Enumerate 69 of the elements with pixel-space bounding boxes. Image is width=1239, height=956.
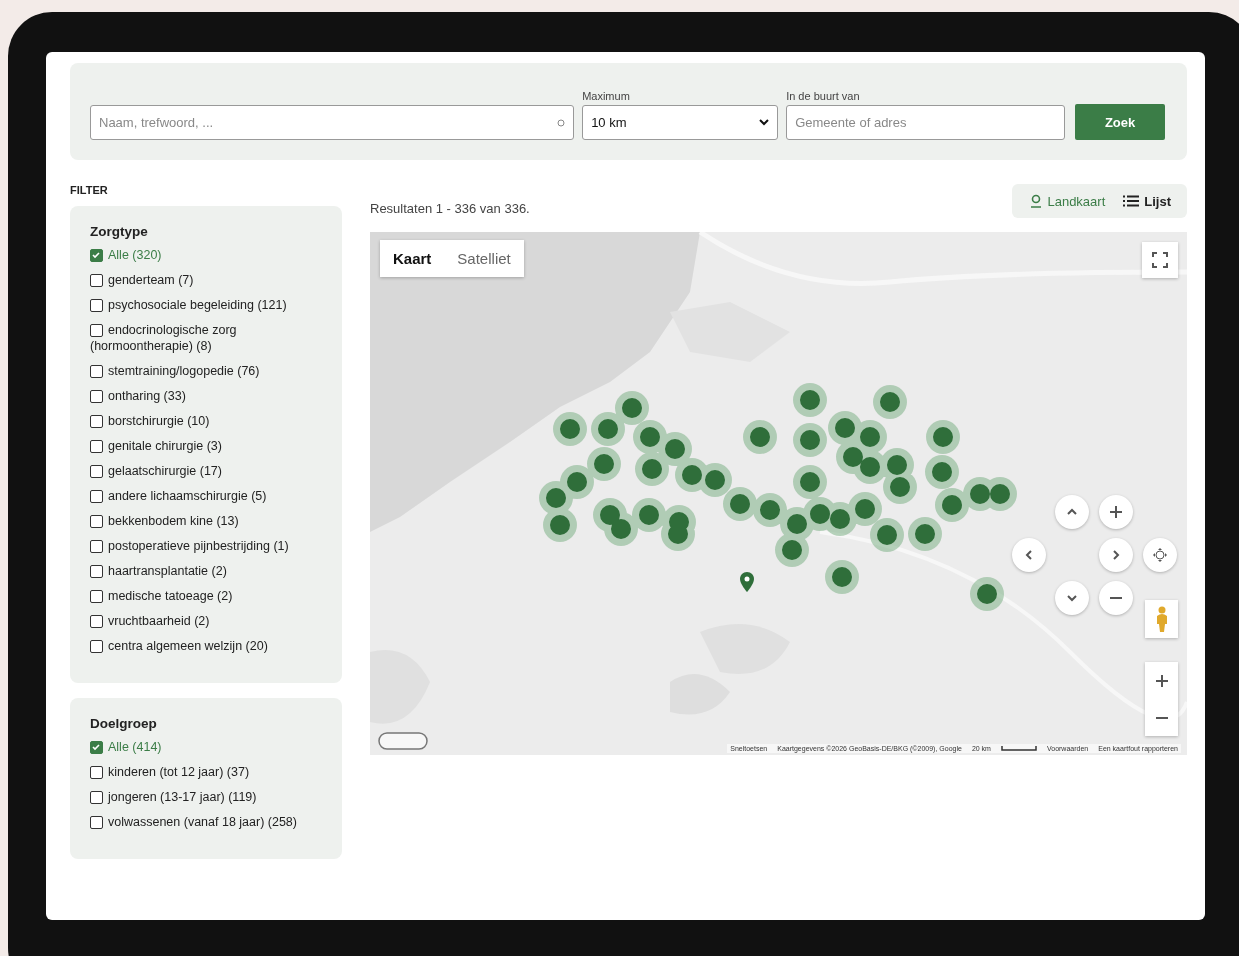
checkbox-label[interactable]: vruchtbaarheid (2): [90, 613, 322, 629]
checkbox-label[interactable]: borstchirurgie (10): [90, 413, 322, 429]
search-button[interactable]: Zoek: [1075, 104, 1165, 140]
checkbox[interactable]: [90, 490, 103, 503]
checkbox-label[interactable]: stemtraining/logopedie (76): [90, 363, 322, 379]
checkbox-label[interactable]: bekkenbodem kine (13): [90, 513, 322, 529]
distance-select[interactable]: 10 km: [582, 105, 779, 140]
field-label: Maximum: [582, 90, 631, 102]
checkbox-label[interactable]: psychosociale begeleiding (121): [90, 297, 322, 313]
clear-icon: [557, 118, 566, 127]
checkbox-label[interactable]: ontharing (33): [90, 388, 322, 404]
checkbox-label[interactable]: jongeren (13-17 jaar) (119): [90, 789, 322, 805]
checkbox[interactable]: [90, 615, 103, 628]
checkbox[interactable]: [90, 791, 103, 804]
chevron-down-icon: [759, 119, 770, 126]
location-pin-icon: [740, 572, 754, 592]
checkbox-label[interactable]: volwassenen (vanaf 18 jaar) (258): [90, 814, 322, 830]
location-field[interactable]: Gemeente of adres: [786, 105, 1066, 140]
fullscreen-icon: [1152, 252, 1168, 268]
checkbox[interactable]: [90, 324, 103, 337]
checkbox[interactable]: [90, 540, 103, 553]
minus-icon: [1109, 597, 1123, 599]
zoom-in-button[interactable]: [1145, 662, 1178, 699]
view-tab[interactable]: Lijst: [1123, 193, 1171, 209]
checkbox[interactable]: [90, 299, 103, 312]
field-label: In de buurt van: [786, 90, 861, 102]
filter-heading: FILTER: [70, 184, 109, 196]
checkbox[interactable]: [90, 816, 103, 829]
checkbox-label[interactable]: medische tatoeage (2): [90, 588, 322, 604]
checkbox-label[interactable]: haartransplantatie (2): [90, 563, 322, 579]
checkbox[interactable]: [90, 440, 103, 453]
checkbox-label[interactable]: Alle (320): [90, 247, 322, 263]
checkbox[interactable]: [90, 565, 103, 578]
checkbox[interactable]: [90, 415, 103, 428]
checkbox[interactable]: [90, 365, 103, 378]
checkbox[interactable]: [90, 390, 103, 403]
checkbox[interactable]: [90, 640, 103, 653]
checkbox[interactable]: [90, 766, 103, 779]
checkbox-label[interactable]: genderteam (7): [90, 272, 322, 288]
plus-icon: [1109, 505, 1123, 519]
minus-icon: [1154, 716, 1169, 719]
person-pin-icon: [1030, 194, 1043, 208]
checkbox-label[interactable]: genitale chirurgie (3): [90, 438, 322, 454]
fullscreen-button[interactable]: [1142, 242, 1178, 278]
plus-icon: [1154, 673, 1169, 688]
checkbox-label[interactable]: centra algemeen welzijn (20): [90, 638, 322, 654]
filter-group-title: Doelgroep: [90, 716, 158, 731]
checkbox-label[interactable]: kinderen (tot 12 jaar) (37): [90, 764, 322, 780]
list-icon: [1123, 195, 1140, 207]
checkbox-label[interactable]: endocrinologische zorg (hormoontherapie) (8): [90, 322, 322, 354]
checkbox-label[interactable]: postoperatieve pijnbestrijding (1): [90, 538, 322, 554]
scale-bar-icon: [1000, 746, 1037, 751]
checkbox[interactable]: [90, 465, 103, 478]
results-count: Resultaten 1 - 336 van 336.: [370, 200, 530, 216]
pegman-icon: [1154, 606, 1169, 632]
checkbox[interactable]: [90, 741, 103, 754]
checkbox[interactable]: [90, 515, 103, 528]
checkbox-label[interactable]: Alle (414): [90, 739, 322, 755]
checkbox-label[interactable]: gelaatschirurgie (17): [90, 463, 322, 479]
filter-group-title: Zorgtype: [90, 224, 149, 239]
checkbox-label[interactable]: andere lichaamschirurgie (5): [90, 488, 322, 504]
checkbox[interactable]: [90, 590, 103, 603]
map-type-tab[interactable]: Satelliet: [444, 240, 524, 277]
view-tab[interactable]: Landkaart: [1030, 193, 1106, 209]
checkbox[interactable]: [90, 249, 103, 262]
move-icon: [1152, 547, 1168, 563]
keyword-field[interactable]: Naam, trefwoord, ...: [90, 105, 575, 140]
checkbox[interactable]: [90, 274, 103, 287]
map-type-tab[interactable]: Kaart: [380, 240, 445, 277]
